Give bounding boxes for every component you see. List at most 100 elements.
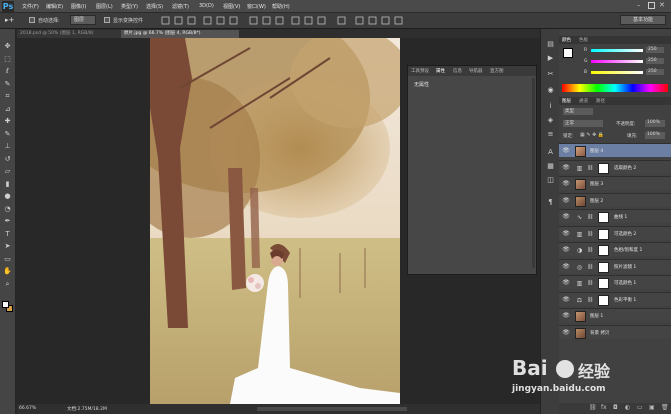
layer-thumbnail[interactable] bbox=[575, 327, 586, 339]
blend-mode-dropdown[interactable]: 正常 bbox=[563, 120, 603, 127]
visibility-eye-icon[interactable]: 👁 bbox=[562, 197, 570, 205]
auto-select-dropdown[interactable]: 图层 bbox=[70, 15, 96, 25]
layer-mask-thumbnail[interactable] bbox=[598, 228, 609, 240]
layer-thumbnail[interactable] bbox=[575, 195, 586, 207]
new-layer-icon[interactable]: ▣ bbox=[649, 404, 655, 411]
layer-style-icon[interactable]: fx bbox=[601, 404, 607, 411]
mask-link-icon[interactable]: ⛓ bbox=[587, 231, 593, 237]
layer-mask-thumbnail[interactable] bbox=[598, 294, 609, 306]
mask-link-icon[interactable]: ⛓ bbox=[587, 280, 593, 286]
menu-window[interactable]: 窗口(W) bbox=[247, 3, 266, 10]
layer-name[interactable]: 可选颜色 1 bbox=[614, 280, 636, 286]
mask-link-icon[interactable]: ⛓ bbox=[587, 214, 593, 220]
clone-source-icon[interactable]: ◈ bbox=[545, 115, 556, 125]
history-icon[interactable]: ▤ bbox=[545, 39, 556, 49]
visibility-eye-icon[interactable]: 👁 bbox=[562, 230, 570, 238]
menu-select[interactable]: 选择(S) bbox=[146, 3, 163, 10]
gradient-icon[interactable]: ▮ bbox=[2, 179, 13, 189]
tab-navigator[interactable]: 导航器 bbox=[469, 68, 483, 74]
tab-channels[interactable]: 通道 bbox=[579, 98, 588, 104]
layer-name[interactable]: 选取颜色 2 bbox=[614, 165, 636, 171]
visibility-eye-icon[interactable]: 👁 bbox=[562, 296, 570, 304]
mask-link-icon[interactable]: ⛓ bbox=[587, 247, 593, 253]
layer-name[interactable]: 背景 拷贝 bbox=[590, 330, 609, 336]
pilcrow-icon[interactable]: ¶ bbox=[545, 197, 556, 207]
visibility-eye-icon[interactable]: 👁 bbox=[562, 164, 570, 172]
foreground-color-swatch[interactable] bbox=[563, 48, 573, 58]
layer-row[interactable]: 👁 图层 3 bbox=[559, 176, 671, 190]
delete-layer-icon[interactable]: 🗑 bbox=[661, 404, 669, 411]
glyph-icon[interactable]: ≡ bbox=[545, 129, 556, 139]
eyedropper-icon[interactable]: ⊿ bbox=[2, 104, 13, 114]
align-distribute-icons[interactable] bbox=[160, 15, 420, 27]
layer-row[interactable]: 👁 ◑ ⛓ 色相/饱和度 1 bbox=[559, 242, 671, 256]
layer-row[interactable]: 👁 ⚖ ⛓ 色彩平衡 1 bbox=[559, 291, 671, 306]
visibility-eye-icon[interactable]: 👁 bbox=[562, 213, 570, 221]
eraser-icon[interactable]: ▱ bbox=[2, 166, 13, 176]
layer-mask-thumbnail[interactable] bbox=[598, 278, 609, 289]
lasso-icon[interactable]: ℓ bbox=[2, 66, 13, 76]
healing-icon[interactable]: ✚ bbox=[2, 116, 13, 126]
layer-name[interactable]: 色彩平衡 1 bbox=[614, 297, 636, 303]
pen-icon[interactable]: ✒ bbox=[2, 216, 13, 226]
marquee-icon[interactable]: ⬚ bbox=[2, 54, 13, 64]
blur-icon[interactable]: ● bbox=[2, 191, 13, 201]
menu-file[interactable]: 文件(F) bbox=[22, 3, 39, 10]
stamp-icon[interactable]: ⊥ bbox=[2, 141, 13, 151]
show-transform-checkbox[interactable] bbox=[104, 17, 110, 23]
menu-image[interactable]: 图像(I) bbox=[71, 3, 86, 10]
character-icon[interactable]: A bbox=[545, 147, 556, 157]
tab-doc-1[interactable]: 2018.psd @ 50% (图层 1, RGB/8) bbox=[17, 30, 121, 38]
color-spectrum-ramp[interactable] bbox=[562, 84, 668, 92]
layer-name[interactable]: 图层 1 bbox=[590, 313, 603, 319]
tab-properties[interactable]: 属性 bbox=[436, 68, 445, 74]
menu-filter[interactable]: 滤镜(T) bbox=[172, 3, 189, 10]
layer-thumbnail[interactable] bbox=[575, 146, 586, 157]
layer-name[interactable]: 图层 4 bbox=[590, 148, 603, 154]
menu-type[interactable]: 类型(Y) bbox=[121, 3, 138, 10]
layer-row[interactable]: 👁 背景 拷贝 bbox=[559, 324, 671, 339]
layer-name[interactable]: 色相/饱和度 1 bbox=[614, 247, 642, 253]
visibility-eye-icon[interactable]: 👁 bbox=[562, 147, 570, 155]
visibility-eye-icon[interactable]: 👁 bbox=[562, 263, 570, 271]
visibility-eye-icon[interactable]: 👁 bbox=[562, 312, 570, 320]
workspace-switcher[interactable]: 基本功能 bbox=[620, 15, 666, 25]
paragraph-icon[interactable]: ▦ bbox=[545, 161, 556, 171]
tool-foreground-color[interactable] bbox=[2, 301, 9, 308]
info-icon[interactable]: i bbox=[545, 101, 556, 111]
auto-select-checkbox[interactable] bbox=[29, 17, 35, 23]
layer-mask-thumbnail[interactable] bbox=[598, 212, 609, 223]
mask-link-icon[interactable]: ⛓ bbox=[587, 297, 593, 303]
visibility-eye-icon[interactable]: 👁 bbox=[562, 180, 570, 188]
layer-name[interactable]: 曲线 1 bbox=[614, 214, 627, 220]
history-brush-icon[interactable]: ↺ bbox=[2, 154, 13, 164]
layer-mask-thumbnail[interactable] bbox=[598, 245, 609, 256]
opacity-value[interactable]: 100% bbox=[645, 120, 665, 127]
minimize-icon[interactable]: – bbox=[637, 1, 645, 10]
g-slider[interactable] bbox=[591, 60, 643, 63]
type-icon[interactable]: T bbox=[2, 229, 13, 239]
quick-select-icon[interactable]: ✎ bbox=[2, 79, 13, 89]
visibility-eye-icon[interactable]: 👁 bbox=[562, 329, 570, 337]
tab-layers[interactable]: 图层 bbox=[562, 98, 571, 104]
layer-name[interactable]: 图层 2 bbox=[590, 198, 603, 204]
layer-row[interactable]: 👁 ◎ ⛓ 照片滤镜 1 bbox=[559, 258, 671, 273]
layer-row[interactable]: 👁 图层 2 bbox=[559, 192, 671, 207]
new-group-icon[interactable]: ▭ bbox=[637, 404, 643, 411]
layer-mask-thumbnail[interactable] bbox=[598, 261, 609, 273]
new-adjustment-icon[interactable]: ◐ bbox=[625, 404, 630, 411]
tab-info[interactable]: 信息 bbox=[453, 68, 462, 74]
visibility-eye-icon[interactable]: 👁 bbox=[562, 279, 570, 287]
layer-mask-thumbnail[interactable] bbox=[598, 162, 609, 174]
b-slider[interactable] bbox=[591, 71, 643, 74]
properties-scrollbar[interactable] bbox=[532, 78, 535, 268]
hand-icon[interactable]: ✋ bbox=[2, 266, 13, 276]
brush-icon[interactable]: ✎ bbox=[2, 129, 13, 139]
path-select-icon[interactable]: ➤ bbox=[2, 241, 13, 251]
layer-comps-icon[interactable]: ◫ bbox=[545, 175, 556, 185]
move-icon[interactable]: ✥ bbox=[2, 41, 13, 51]
tab-histogram[interactable]: 直方图 bbox=[490, 68, 504, 74]
brush-preset-icon[interactable]: ◉ bbox=[545, 85, 556, 95]
menu-layer[interactable]: 图层(L) bbox=[96, 3, 113, 10]
r-slider[interactable] bbox=[591, 49, 643, 52]
